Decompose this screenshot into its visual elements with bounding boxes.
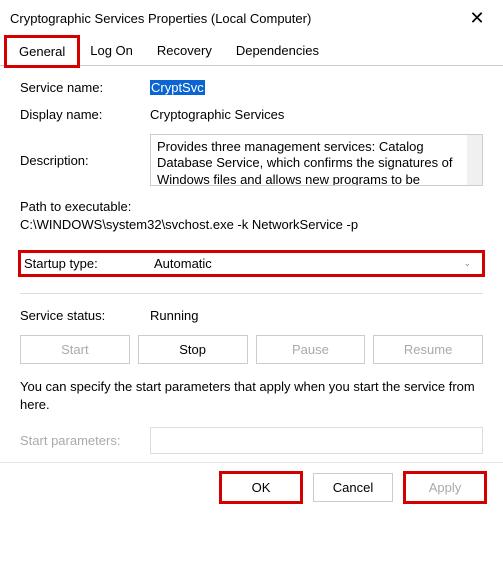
stop-button[interactable]: Stop <box>138 335 248 364</box>
startup-type-value: Automatic <box>154 256 212 271</box>
service-name-label: Service name: <box>20 80 150 95</box>
ok-button[interactable]: OK <box>221 473 301 502</box>
close-icon[interactable]: ✕ <box>463 8 491 29</box>
titlebar: Cryptographic Services Properties (Local… <box>0 0 503 33</box>
startup-type-select[interactable]: Automatic ⌄ <box>154 256 479 271</box>
startup-type-label: Startup type: <box>24 256 154 271</box>
divider <box>20 293 483 294</box>
service-status-value: Running <box>150 308 198 323</box>
pause-button: Pause <box>256 335 366 364</box>
path-label: Path to executable: <box>20 198 483 216</box>
start-button: Start <box>20 335 130 364</box>
start-params-hint: You can specify the start parameters tha… <box>20 378 483 413</box>
dialog-footer: OK Cancel Apply <box>0 462 503 516</box>
resume-button: Resume <box>373 335 483 364</box>
content-panel: Service name: CryptSvc Display name: Cry… <box>0 66 503 462</box>
tab-logon[interactable]: Log On <box>78 37 145 65</box>
description-text: Provides three management services: Cata… <box>157 139 453 186</box>
start-params-label: Start parameters: <box>20 433 150 448</box>
chevron-down-icon: ⌄ <box>463 258 471 269</box>
window-title: Cryptographic Services Properties (Local… <box>10 11 311 26</box>
service-name-value[interactable]: CryptSvc <box>150 80 205 95</box>
description-box[interactable]: Provides three management services: Cata… <box>150 134 483 186</box>
scrollbar[interactable] <box>467 135 482 185</box>
display-name-label: Display name: <box>20 107 150 122</box>
path-value: C:\WINDOWS\system32\svchost.exe -k Netwo… <box>20 216 483 234</box>
tab-recovery[interactable]: Recovery <box>145 37 224 65</box>
tabs: General Log On Recovery Dependencies <box>0 37 503 66</box>
tab-dependencies[interactable]: Dependencies <box>224 37 331 65</box>
service-status-label: Service status: <box>20 308 150 323</box>
start-params-input <box>150 427 483 454</box>
display-name-value: Cryptographic Services <box>150 107 483 122</box>
description-label: Description: <box>20 153 150 168</box>
tab-general[interactable]: General <box>6 37 78 66</box>
cancel-button[interactable]: Cancel <box>313 473 393 502</box>
apply-button: Apply <box>405 473 485 502</box>
